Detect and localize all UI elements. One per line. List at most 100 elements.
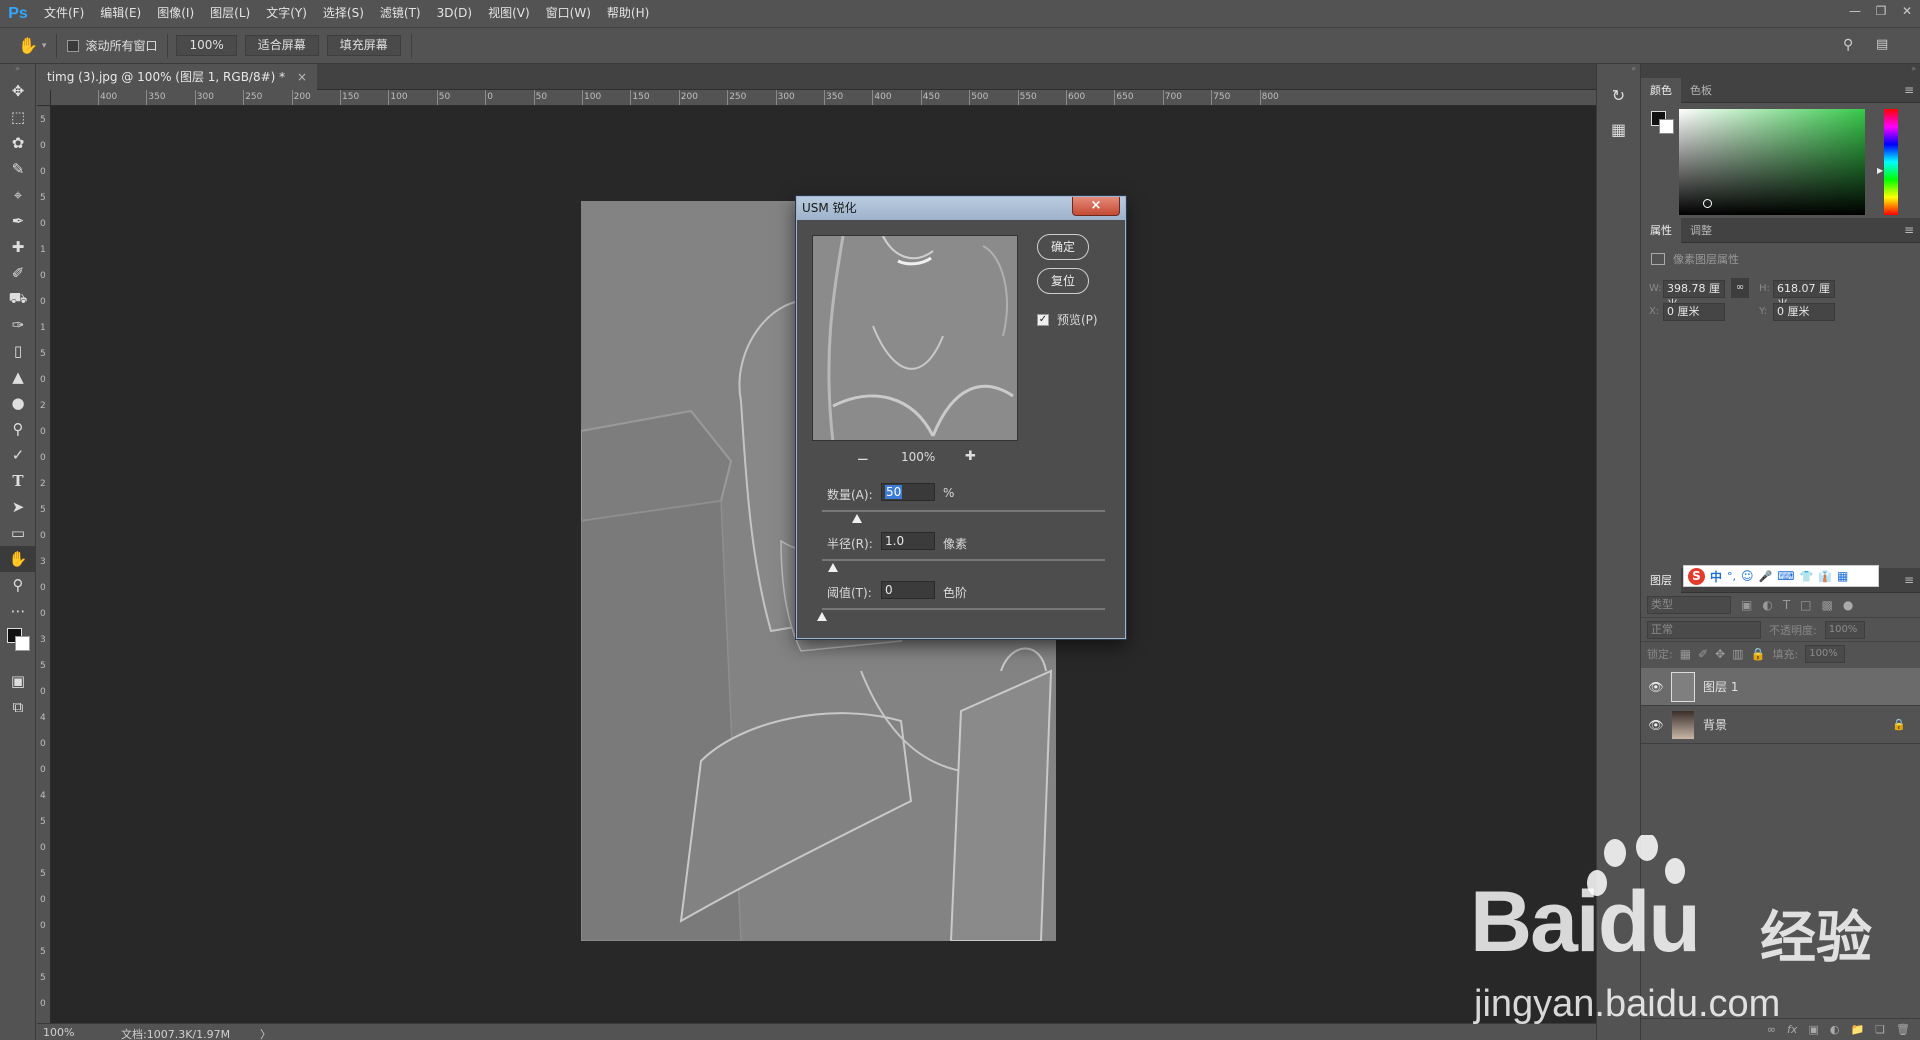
panel-menu-icon[interactable]: ≡ <box>1904 223 1920 237</box>
dodge-tool-icon[interactable]: ⚲ <box>0 416 36 442</box>
clone-stamp-tool-icon[interactable]: ⛟ <box>0 286 36 312</box>
checkbox-box[interactable] <box>67 39 80 52</box>
visibility-eye-icon[interactable]: 👁 <box>1641 718 1671 732</box>
zoom-100-button[interactable]: 100% <box>176 35 237 56</box>
ime-skin-icon[interactable]: 👕 <box>1800 570 1814 583</box>
minimize-icon[interactable]: — <box>1842 0 1868 22</box>
panel-menu-icon[interactable]: ≡ <box>1904 83 1920 97</box>
restore-icon[interactable]: ❐ <box>1868 0 1894 22</box>
width-field[interactable]: 398.78 厘米 <box>1663 280 1725 311</box>
ok-button[interactable]: 确定 <box>1037 234 1089 260</box>
healing-brush-tool-icon[interactable]: ✚ <box>0 234 36 260</box>
lock-all-icon[interactable]: 🔒 <box>1751 647 1766 661</box>
quick-select-tool-icon[interactable]: ✎ <box>0 156 36 182</box>
zoom-in-icon[interactable]: ✚ <box>965 449 976 464</box>
visibility-eye-icon[interactable]: 👁 <box>1641 680 1671 694</box>
height-field[interactable]: 618.07 厘米 <box>1773 280 1835 311</box>
tab-adjustments[interactable]: 调整 <box>1681 218 1721 243</box>
y-field[interactable]: 0 厘米 <box>1773 303 1835 321</box>
close-icon[interactable]: ✕ <box>1894 0 1920 22</box>
menu-image[interactable]: 图像(I) <box>149 0 202 27</box>
search-icon[interactable]: ⚲ <box>1843 37 1853 53</box>
scroll-all-checkbox[interactable]: 滚动所有窗口 <box>67 37 157 54</box>
path-select-tool-icon[interactable]: ➤ <box>0 494 36 520</box>
tab-layers[interactable]: 图层 <box>1641 567 1681 593</box>
hue-slider[interactable] <box>1884 109 1898 215</box>
layer-name[interactable]: 图层 1 <box>1703 678 1738 695</box>
filter-adjust-icon[interactable]: ◐ <box>1762 598 1772 612</box>
ime-tool-icon[interactable]: 👔 <box>1818 570 1832 583</box>
link-icon[interactable]: ∞ <box>1731 278 1749 298</box>
amount-value[interactable]: 50 <box>885 485 903 499</box>
type-tool-icon[interactable]: T <box>0 468 36 494</box>
color-swatches[interactable] <box>0 624 35 668</box>
hand-tool-icon[interactable]: ✋ <box>18 36 38 55</box>
fill-field[interactable]: 100% <box>1805 644 1846 663</box>
quick-mask-icon[interactable]: ▣ <box>0 668 36 694</box>
collapse-icon[interactable]: » <box>1641 64 1920 78</box>
lock-paint-icon[interactable]: ✐ <box>1698 647 1708 661</box>
filter-shape-icon[interactable]: □ <box>1800 598 1811 612</box>
chevron-down-icon[interactable]: ▾ <box>42 41 47 51</box>
crop-tool-icon[interactable]: ⌖ <box>0 182 36 208</box>
preview-checkbox-row[interactable]: ✓ 预览(P) <box>1037 311 1098 328</box>
color-picker-ring[interactable] <box>1703 199 1712 208</box>
status-menu-arrow[interactable]: 〉 <box>260 1026 271 1040</box>
threshold-track[interactable] <box>822 608 1105 610</box>
layer-row-background[interactable]: 👁 背景 🔒 <box>1641 706 1920 744</box>
threshold-slider-thumb[interactable] <box>817 612 827 621</box>
layer-name[interactable]: 背景 <box>1703 716 1727 733</box>
ime-keyboard-icon[interactable]: ⌨ <box>1777 569 1794 583</box>
fit-screen-button[interactable]: 适合屏幕 <box>244 35 319 56</box>
tab-properties[interactable]: 属性 <box>1641 217 1681 243</box>
history-brush-tool-icon[interactable]: ✑ <box>0 312 36 338</box>
collapse-icon[interactable]: « <box>1597 64 1640 78</box>
menu-file[interactable]: 文件(F) <box>36 0 92 27</box>
x-field[interactable]: 0 厘米 <box>1663 303 1725 321</box>
eraser-tool-icon[interactable]: ▯ <box>0 338 36 364</box>
menu-view[interactable]: 视图(V) <box>480 0 538 27</box>
panel-menu-icon[interactable]: ≡ <box>1904 573 1920 587</box>
background-color[interactable] <box>15 636 30 651</box>
horizontal-ruler[interactable]: 400 350 300 250 200 150 100 50 0 50 100 150 200 250 30… <box>51 90 1596 106</box>
menu-select[interactable]: 选择(S) <box>315 0 372 27</box>
ime-voice-icon[interactable]: 🎤 <box>1759 570 1773 583</box>
color-field[interactable] <box>1679 109 1865 215</box>
ime-emoji-icon[interactable]: ☺ <box>1741 569 1754 583</box>
status-zoom[interactable]: 100% <box>43 1026 74 1039</box>
menu-3d[interactable]: 3D(D) <box>429 0 480 27</box>
dialog-close-button[interactable]: × <box>1072 197 1120 216</box>
preview-checkbox[interactable]: ✓ <box>1037 313 1049 326</box>
blur-tool-icon[interactable]: ● <box>0 390 36 416</box>
marquee-tool-icon[interactable]: ⬚ <box>0 104 36 130</box>
pen-tool-icon[interactable]: ✓ <box>0 442 36 468</box>
threshold-field[interactable]: 0 <box>881 581 935 599</box>
layer-filter-select[interactable]: 类型 <box>1647 596 1731 614</box>
radius-field[interactable]: 1.0 <box>881 532 935 550</box>
menu-edit[interactable]: 编辑(E) <box>92 0 149 27</box>
filter-smart-icon[interactable]: ▩ <box>1822 598 1833 612</box>
lock-position-icon[interactable]: ✥ <box>1715 647 1725 661</box>
layer-row-layer1[interactable]: 👁 图层 1 <box>1641 668 1920 706</box>
eyedropper-tool-icon[interactable]: ✒ <box>0 208 36 234</box>
brush-tool-icon[interactable]: ✐ <box>0 260 36 286</box>
paint-bucket-tool-icon[interactable]: ▲ <box>0 364 36 390</box>
tab-close-icon[interactable]: × <box>297 70 307 84</box>
radius-track[interactable] <box>822 559 1105 561</box>
more-tools-icon[interactable]: ⋯ <box>0 598 36 624</box>
rectangle-tool-icon[interactable]: ▭ <box>0 520 36 546</box>
radius-slider-thumb[interactable] <box>828 563 839 572</box>
filter-type-icon[interactable]: T <box>1783 598 1790 612</box>
bg-swatch[interactable] <box>1659 119 1674 134</box>
fill-screen-button[interactable]: 填充屏幕 <box>326 35 401 56</box>
properties-icon[interactable]: ▦ <box>1597 112 1640 146</box>
lock-artboard-icon[interactable]: ▥ <box>1732 647 1743 661</box>
ime-toolbar[interactable]: S 中 °, ☺ 🎤 ⌨ 👕 👔 ▦ <box>1683 565 1879 587</box>
screen-mode-icon[interactable]: ⧉ <box>0 694 36 720</box>
amount-slider-thumb[interactable] <box>852 514 863 523</box>
hue-arrow-icon[interactable]: ▶ <box>1877 166 1883 175</box>
reset-button[interactable]: 复位 <box>1037 268 1089 294</box>
filter-pixel-icon[interactable]: ▣ <box>1741 598 1752 612</box>
menu-type[interactable]: 文字(Y) <box>258 0 315 27</box>
menu-layer[interactable]: 图层(L) <box>202 0 258 27</box>
